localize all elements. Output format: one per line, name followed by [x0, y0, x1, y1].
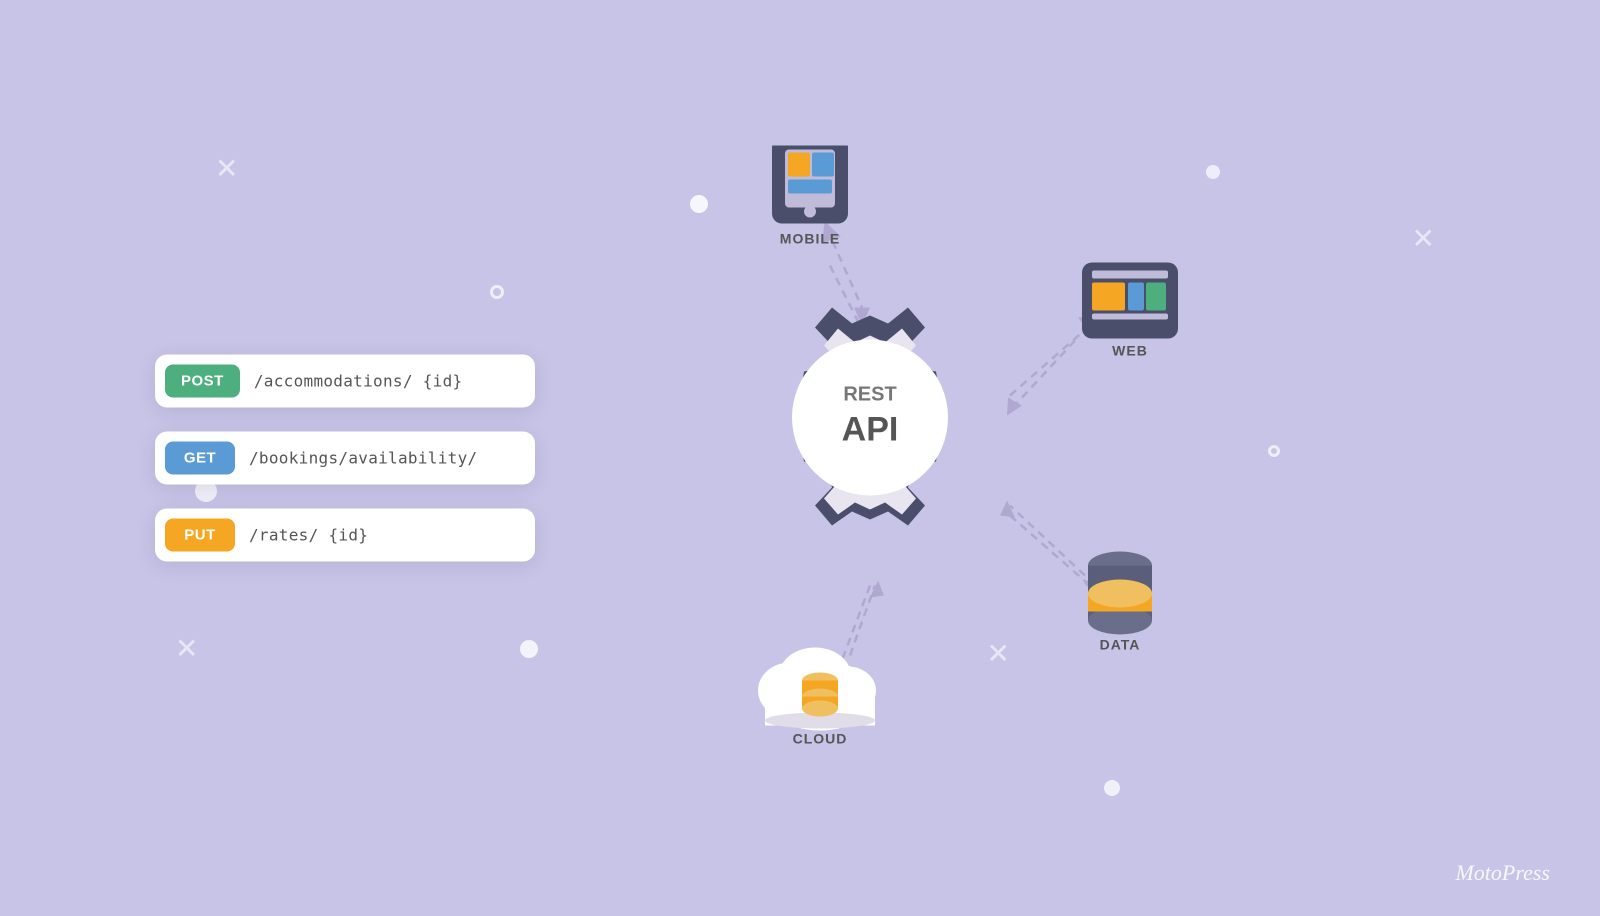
get-badge: GET — [165, 442, 235, 475]
svg-text:CLOUD: CLOUD — [793, 731, 848, 747]
watermark: MotoPress — [1455, 860, 1550, 886]
web-node: WEB — [1082, 263, 1178, 359]
diagram-center: REST API MOBILE — [520, 146, 1220, 771]
post-badge: POST — [165, 365, 240, 398]
deco-circle-7 — [1104, 780, 1120, 796]
put-path: /rates/ {id} — [249, 526, 368, 545]
get-endpoint-card: GET /bookings/availability/ — [155, 432, 535, 485]
deco-circle-5 — [490, 285, 504, 299]
deco-circle-3 — [1268, 445, 1280, 457]
put-badge: PUT — [165, 519, 235, 552]
deco-x-2: ✕ — [175, 635, 198, 663]
data-node: DATA — [1088, 552, 1152, 653]
get-path: /bookings/availability/ — [249, 449, 477, 468]
svg-text:REST: REST — [843, 384, 896, 406]
cloud-node: CLOUD — [758, 648, 876, 747]
svg-text:MOBILE: MOBILE — [780, 231, 840, 247]
deco-x-3: ✕ — [1412, 225, 1435, 253]
diagram-svg: REST API MOBILE — [520, 146, 1220, 766]
post-endpoint-card: POST /accommodations/ {id} — [155, 355, 535, 408]
main-container: ✕ ✕ ✕ ✕ POST /accommodations/ {id} GET /… — [0, 0, 1600, 916]
deco-x-1: ✕ — [215, 155, 238, 183]
svg-text:API: API — [842, 411, 899, 449]
put-endpoint-card: PUT /rates/ {id} — [155, 509, 535, 562]
mobile-node: MOBILE — [772, 146, 848, 247]
post-path: /accommodations/ {id} — [254, 372, 463, 391]
svg-text:DATA: DATA — [1100, 637, 1141, 653]
svg-text:WEB: WEB — [1112, 343, 1148, 359]
endpoints-section: POST /accommodations/ {id} GET /bookings… — [155, 355, 535, 562]
